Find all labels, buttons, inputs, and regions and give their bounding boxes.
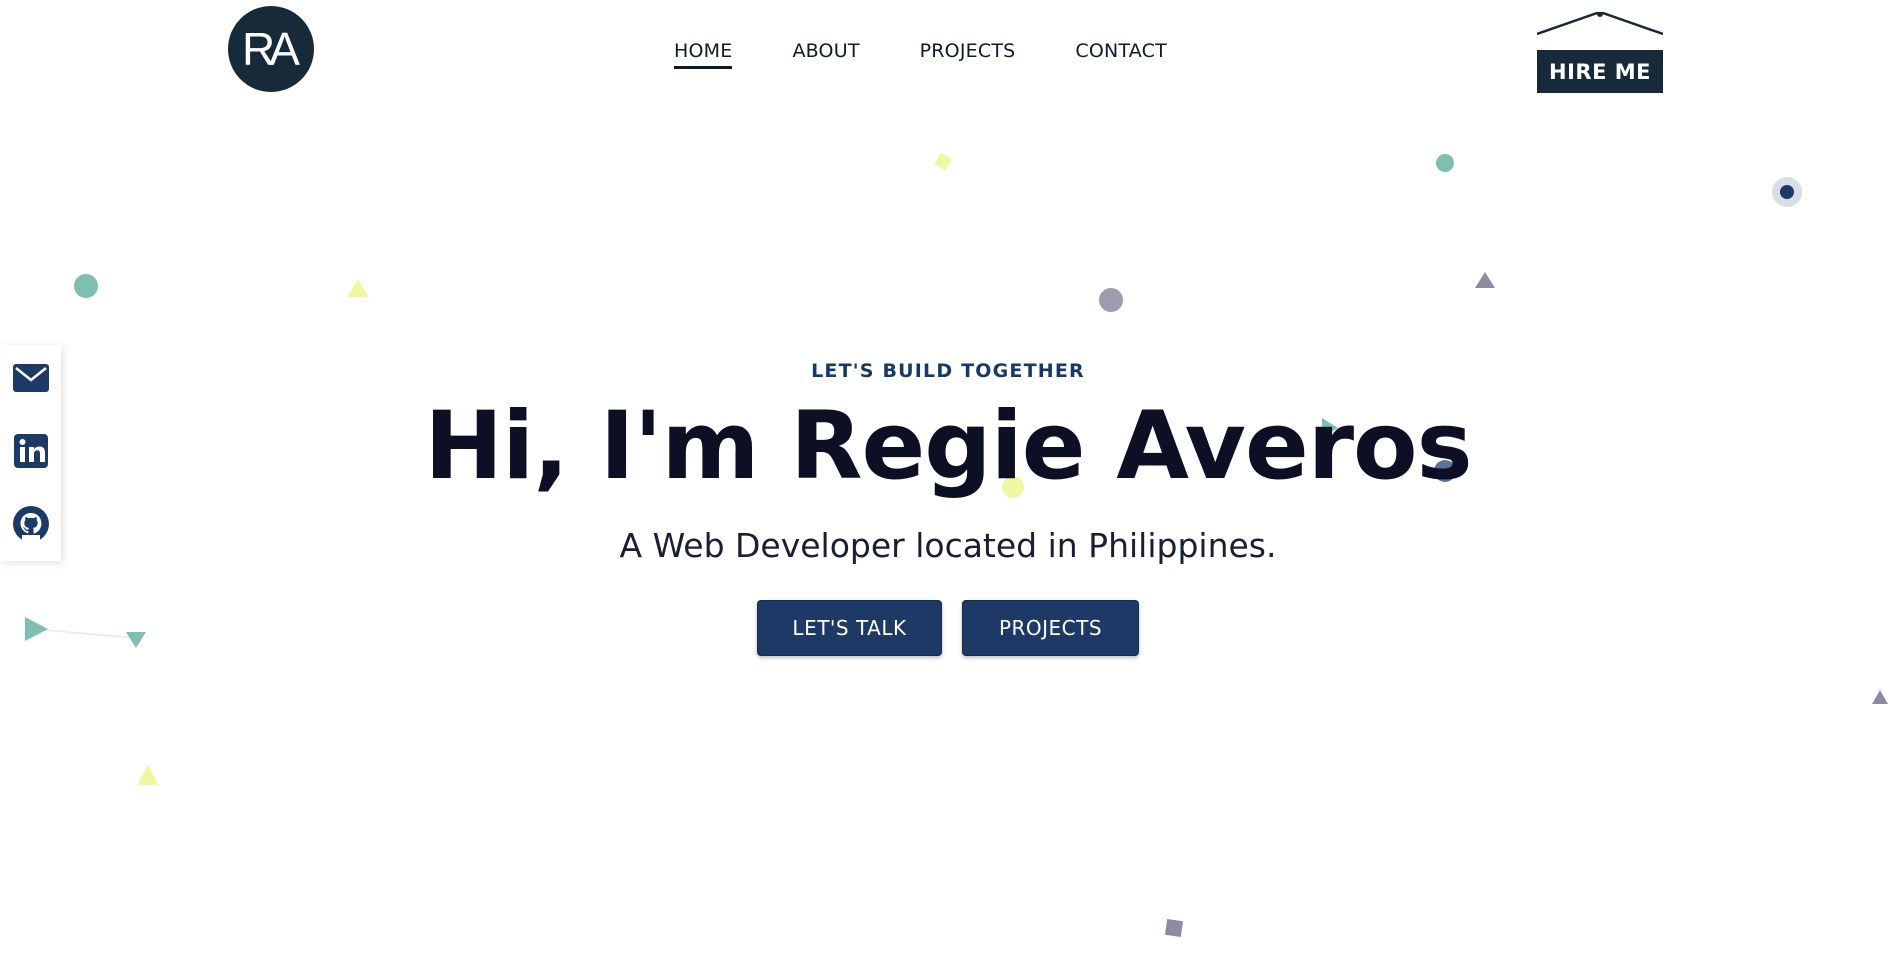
particle-navy-ring	[1771, 176, 1803, 212]
hire-me-label: HIRE ME	[1537, 50, 1663, 93]
particle-lime-triangle	[136, 764, 160, 790]
hero-actions: LET'S TALK PROJECTS	[0, 600, 1896, 656]
particle-lime-diamond	[932, 150, 954, 176]
page: RA HOME ABOUT PROJECTS CONTACT HIRE ME L…	[0, 0, 1896, 968]
particle-teal-dot	[1435, 153, 1455, 177]
hire-me-button[interactable]: HIRE ME	[1537, 12, 1663, 93]
nav-about[interactable]: ABOUT	[792, 40, 859, 68]
lets-talk-button[interactable]: LET'S TALK	[757, 600, 942, 656]
nav-home[interactable]: HOME	[674, 40, 733, 69]
logo-text: RA	[242, 23, 300, 75]
particle-gray-square	[1163, 917, 1185, 943]
particle-gray-dot	[1098, 287, 1124, 317]
hero-subtitle: A Web Developer located in Philippines.	[619, 526, 1277, 565]
nav-contact[interactable]: CONTACT	[1075, 40, 1167, 68]
particle-lime-triangle	[346, 278, 370, 302]
nav-projects[interactable]: PROJECTS	[920, 40, 1016, 68]
particle-gray-triangle	[1871, 689, 1889, 709]
particle-gray-triangle	[1474, 271, 1496, 293]
logo[interactable]: RA	[228, 6, 314, 92]
main-nav: HOME ABOUT PROJECTS CONTACT	[674, 40, 1167, 69]
hero-eyebrow: LET'S BUILD TOGETHER	[811, 360, 1085, 382]
projects-button[interactable]: PROJECTS	[962, 600, 1139, 656]
hero-title: Hi, I'm Regie Averos	[424, 392, 1472, 501]
particle-teal-dot	[73, 273, 99, 303]
hanger-icon	[1537, 12, 1663, 36]
